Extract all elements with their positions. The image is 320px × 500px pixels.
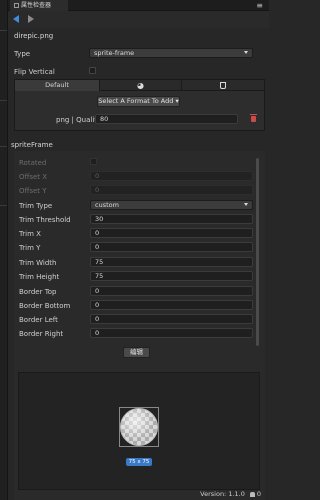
flip-vertical-label: Flip Vertical bbox=[14, 68, 55, 76]
chevron-down-icon bbox=[244, 51, 248, 54]
trim-width-label: Trim Width bbox=[19, 259, 57, 267]
border-top-input[interactable]: 0 bbox=[90, 286, 253, 296]
border-bottom-input[interactable]: 0 bbox=[90, 300, 253, 310]
dock-separator bbox=[0, 30, 7, 31]
trim-type-value: custom bbox=[95, 201, 119, 209]
trim-width-input[interactable]: 75 bbox=[90, 257, 253, 267]
rotated-checkbox[interactable] bbox=[90, 158, 97, 165]
left-dock-strip bbox=[0, 0, 8, 500]
sprite-frame-title: spriteFrame bbox=[11, 141, 53, 149]
trim-threshold-label: Trim Threshold bbox=[19, 216, 71, 224]
edit-button-label: 编辑 bbox=[130, 348, 143, 356]
size-badge: 75 x 75 bbox=[126, 458, 152, 466]
panel-tab-bar: 属性检查器 ≡ bbox=[8, 0, 269, 11]
type-label: Type bbox=[14, 50, 31, 58]
trim-x-label: Trim X bbox=[19, 230, 41, 238]
trim-height-label: Trim Height bbox=[19, 273, 60, 281]
edit-button[interactable]: 编辑 bbox=[123, 347, 150, 358]
status-footer: Version: 1.1.0 0 bbox=[200, 490, 261, 498]
border-right-input[interactable]: 0 bbox=[90, 328, 253, 338]
border-top-label: Border Top bbox=[19, 288, 57, 296]
tab-wechat[interactable]: ◕ bbox=[100, 80, 182, 91]
trash-icon[interactable] bbox=[250, 114, 257, 122]
dock-separator bbox=[0, 205, 7, 206]
border-right-label: Border Right bbox=[19, 330, 64, 338]
inspector-icon bbox=[14, 3, 19, 8]
trim-type-select[interactable]: custom bbox=[90, 200, 253, 210]
navigation-bar bbox=[8, 11, 269, 28]
version-text: Version: 1.1.0 bbox=[200, 490, 245, 498]
border-left-label: Border Left bbox=[19, 316, 58, 324]
chevron-down-icon: ▾ bbox=[175, 97, 179, 105]
select-format-label: Select A Format To Add bbox=[98, 97, 174, 105]
trim-type-label: Trim Type bbox=[19, 202, 53, 210]
offset-y-label: Offset Y bbox=[19, 187, 47, 195]
offset-x-input[interactable]: 0 bbox=[90, 171, 253, 181]
offset-y-input[interactable]: 0 bbox=[90, 185, 253, 195]
bell-icon[interactable] bbox=[249, 491, 255, 497]
select-format-button[interactable]: Select A Format To Add ▾ bbox=[97, 96, 180, 107]
trim-threshold-input[interactable]: 30 bbox=[90, 214, 253, 224]
wechat-icon: ◕ bbox=[137, 81, 144, 90]
type-select[interactable]: sprite-frame bbox=[89, 48, 253, 58]
html5-icon bbox=[220, 82, 226, 89]
offset-x-label: Offset X bbox=[19, 173, 48, 181]
trim-x-input[interactable]: 0 bbox=[90, 228, 253, 238]
sprite-image bbox=[120, 408, 158, 446]
border-bottom-label: Border Bottom bbox=[19, 302, 71, 310]
rotated-label: Rotated bbox=[19, 159, 47, 167]
trim-height-input[interactable]: 75 bbox=[90, 271, 253, 281]
tab-html5[interactable] bbox=[182, 80, 264, 91]
chevron-down-icon bbox=[244, 203, 248, 206]
tab-default-label: Default bbox=[45, 81, 69, 89]
asset-filename: direpic.png bbox=[14, 32, 54, 40]
border-left-input[interactable]: 0 bbox=[90, 314, 253, 324]
quality-input[interactable]: 80 bbox=[95, 114, 238, 124]
notification-count: 0 bbox=[256, 490, 261, 498]
trim-y-label: Trim Y bbox=[19, 244, 41, 252]
flip-vertical-checkbox[interactable] bbox=[89, 67, 96, 74]
arrow-left-icon[interactable] bbox=[13, 15, 19, 23]
scrollbar[interactable] bbox=[256, 158, 259, 346]
arrow-right-icon[interactable] bbox=[28, 15, 34, 23]
hamburger-menu-icon[interactable]: ≡ bbox=[256, 0, 263, 11]
sprite-preview: 75 x 75 bbox=[18, 372, 260, 490]
format-tabs: Default ◕ bbox=[15, 80, 264, 91]
dock-separator bbox=[0, 146, 7, 147]
type-select-value: sprite-frame bbox=[94, 49, 135, 57]
tab-default[interactable]: Default bbox=[15, 80, 100, 91]
inspector-tab-label: 属性检查器 bbox=[21, 2, 52, 9]
dock-separator bbox=[0, 100, 7, 101]
trim-y-input[interactable]: 0 bbox=[90, 242, 253, 252]
inspector-tab[interactable]: 属性检查器 bbox=[10, 0, 68, 11]
